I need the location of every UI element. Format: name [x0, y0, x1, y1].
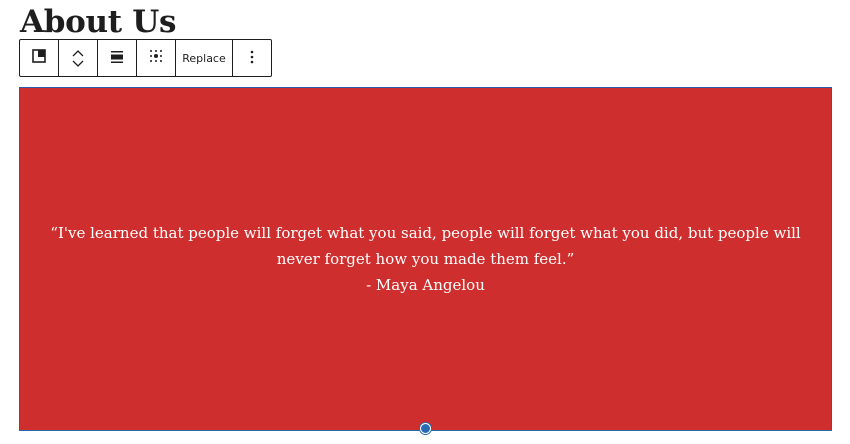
position-grid-icon — [148, 48, 164, 68]
editor-canvas: About Us Replace “I've learned that peop… — [0, 0, 850, 444]
cover-content: “I've learned that people will forget wh… — [36, 220, 816, 298]
block-toolbar: Replace — [19, 39, 272, 77]
cover-block[interactable]: “I've learned that people will forget wh… — [19, 87, 832, 431]
align-button[interactable] — [98, 40, 137, 76]
align-wide-icon — [109, 49, 125, 68]
chevron-up-icon[interactable] — [72, 49, 84, 57]
more-options-button[interactable] — [233, 40, 271, 76]
quote-text[interactable]: “I've learned that people will forget wh… — [36, 220, 816, 272]
block-type-button[interactable] — [20, 40, 59, 76]
replace-button[interactable]: Replace — [176, 40, 233, 76]
quote-attribution[interactable]: - Maya Angelou — [36, 272, 816, 298]
cover-block-icon — [31, 48, 47, 68]
vertical-ellipsis-icon — [250, 49, 254, 68]
resize-handle[interactable] — [420, 423, 431, 434]
chevron-up-down-icon — [72, 49, 84, 68]
move-block-button[interactable] — [59, 40, 98, 76]
content-position-button[interactable] — [137, 40, 176, 76]
chevron-down-icon[interactable] — [72, 60, 84, 68]
